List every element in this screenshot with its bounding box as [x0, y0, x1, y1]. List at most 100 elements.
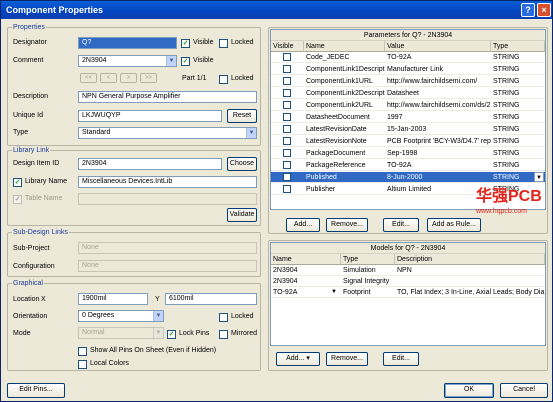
model-row[interactable]: TO-92A Footprint TO, Flat Index; 3 In-Line… [271, 287, 545, 298]
ok-button[interactable]: OK [444, 383, 494, 398]
param-remove-button[interactable]: Remove... [326, 218, 368, 232]
comment-dropdown[interactable]: 2N3904 ▼ [78, 55, 177, 67]
param-row[interactable]: LatestRevisionDate 15-Jan-2003 STRING [271, 124, 545, 135]
param-row[interactable]: PackageReference TO-92A STRING [271, 160, 545, 171]
param-row[interactable]: ComponentLink1Descriptio Manufacturer Lin… [271, 64, 545, 75]
part-locked-checkbox[interactable] [219, 75, 228, 84]
param-name-cell: Publisher [306, 186, 336, 193]
col-type[interactable]: Type [491, 41, 545, 52]
configuration-input[interactable]: None [78, 260, 257, 272]
location-x-input[interactable]: 1900mil [78, 293, 148, 305]
prev-part-button[interactable]: < [100, 73, 117, 83]
choose-button[interactable]: Choose [227, 157, 257, 171]
graphical-locked-checkbox[interactable] [219, 313, 228, 322]
param-row[interactable]: ComponentLink2URL http://www.fairchildsem… [271, 100, 545, 111]
param-visible-checkbox[interactable] [283, 149, 291, 157]
param-row[interactable]: DatasheetDocument 1997 STRING [271, 112, 545, 123]
type-dropdown[interactable]: Standard ▼ [78, 127, 257, 139]
param-row[interactable]: PackageDocument Sep-1998 STRING [271, 148, 545, 159]
library-link-group-title: Library Link [12, 146, 51, 155]
param-visible-checkbox[interactable] [283, 113, 291, 121]
param-row[interactable]: ComponentLink1URL http://www.fairchildsem… [271, 76, 545, 87]
param-value-cell: TO-92A [387, 162, 412, 169]
param-row[interactable]: ComponentLink2Descriptio Datasheet STRING [271, 88, 545, 99]
next-part-button[interactable]: > [120, 73, 137, 83]
orientation-dropdown[interactable]: 0 Degrees ▼ [78, 310, 164, 322]
table-name-checkbox[interactable]: ✓ [13, 195, 22, 204]
help-button[interactable]: ? [521, 3, 535, 17]
chevron-down-icon[interactable]: ▼ [331, 288, 337, 297]
param-visible-checkbox[interactable] [283, 53, 291, 61]
last-part-button[interactable]: >> [140, 73, 157, 83]
location-y-input[interactable]: 6100mil [165, 293, 257, 305]
param-visible-checkbox[interactable] [283, 101, 291, 109]
param-visible-checkbox[interactable] [283, 125, 291, 133]
chevron-down-icon[interactable]: ▼ [153, 328, 163, 338]
param-name-cell: ComponentLink1Descriptio [306, 66, 385, 73]
param-row[interactable]: Published 8-Jun-2000 STRING ▼ [271, 172, 545, 183]
chevron-down-icon[interactable]: ▼ [246, 128, 256, 138]
col-model-description[interactable]: Description [395, 254, 545, 265]
validate-button[interactable]: Validate [227, 208, 257, 222]
unique-id-input[interactable]: LKJWUQYP [78, 110, 222, 122]
param-row[interactable]: Code_JEDEC TO-92A STRING [271, 52, 545, 63]
comment-visible-checkbox[interactable]: ✓ [181, 57, 190, 66]
chevron-down-icon[interactable]: ▼ [153, 311, 163, 321]
param-value-cell: Datasheet [387, 90, 419, 97]
show-all-pins-checkbox[interactable] [78, 347, 87, 356]
add-as-rule-button[interactable]: Add as Rule... [427, 218, 481, 232]
col-name[interactable]: Name [304, 41, 385, 52]
close-button[interactable]: × [537, 3, 551, 17]
param-row[interactable]: LatestRevisionNote PCB Footprint 'BCY-W3/… [271, 136, 545, 147]
local-colors-label: Local Colors [90, 360, 129, 367]
col-model-type[interactable]: Type [341, 254, 395, 265]
param-name-cell: Published [306, 174, 337, 181]
param-type-cell: STRING [493, 66, 520, 73]
x-label: X [41, 296, 46, 303]
reset-button[interactable]: Reset [227, 109, 257, 123]
design-item-id-input[interactable]: 2N3904 [78, 158, 222, 170]
description-label: Description [13, 93, 49, 100]
edit-pins-button[interactable]: Edit Pins... [7, 383, 65, 398]
local-colors-checkbox[interactable] [78, 360, 87, 369]
param-visible-checkbox[interactable] [283, 161, 291, 169]
param-visible-checkbox[interactable] [283, 77, 291, 85]
library-name-label: Library Name [25, 178, 68, 185]
param-name-cell: Code_JEDEC [306, 54, 350, 61]
sub-project-input[interactable]: None [78, 242, 257, 254]
chevron-down-icon[interactable]: ▼ [166, 56, 176, 66]
library-name-input[interactable]: Miscellaneous Devices.IntLib [78, 176, 257, 188]
table-name-input[interactable] [78, 193, 257, 205]
first-part-button[interactable]: << [80, 73, 97, 83]
param-visible-checkbox[interactable] [283, 137, 291, 145]
param-visible-checkbox[interactable] [283, 185, 291, 193]
mode-dropdown[interactable]: Normal ▼ [78, 327, 164, 339]
designator-locked-checkbox[interactable] [219, 39, 228, 48]
component-properties-dialog: Component Properties ? × Properties Desi… [0, 0, 553, 402]
model-row[interactable]: 2N3904 Simulation NPN [271, 265, 545, 276]
mirrored-checkbox[interactable] [219, 330, 228, 339]
chevron-down-icon[interactable]: ▼ [534, 172, 544, 182]
lock-pins-checkbox[interactable]: ✓ [167, 330, 176, 339]
col-model-name[interactable]: Name [271, 254, 341, 265]
designator-input[interactable]: Q? [78, 37, 177, 49]
param-value-cell: 15-Jan-2003 [387, 126, 427, 133]
param-visible-checkbox[interactable] [283, 65, 291, 73]
models-title: Models for Q? - 2N3904 [271, 243, 545, 254]
param-visible-checkbox[interactable] [283, 89, 291, 97]
param-add-button[interactable]: Add... [286, 218, 320, 232]
col-visible[interactable]: Visible [271, 41, 304, 52]
param-edit-button[interactable]: Edit... [383, 218, 419, 232]
model-edit-button[interactable]: Edit... [383, 352, 419, 366]
model-add-button[interactable]: Add... ▾ [276, 352, 320, 366]
param-visible-checkbox[interactable] [283, 173, 291, 181]
col-value[interactable]: Value [385, 41, 491, 52]
watermark-logo: 华强PCB [476, 188, 542, 205]
library-name-checkbox[interactable]: ✓ [13, 178, 22, 187]
model-row[interactable]: 2N3904 Signal Integrity [271, 276, 545, 287]
model-remove-button[interactable]: Remove... [326, 352, 368, 366]
cancel-button[interactable]: Cancel [500, 383, 548, 398]
description-input[interactable]: NPN General Purpose Amplifier [78, 91, 257, 103]
designator-visible-checkbox[interactable]: ✓ [181, 39, 190, 48]
comment-value: 2N3904 [82, 57, 107, 64]
